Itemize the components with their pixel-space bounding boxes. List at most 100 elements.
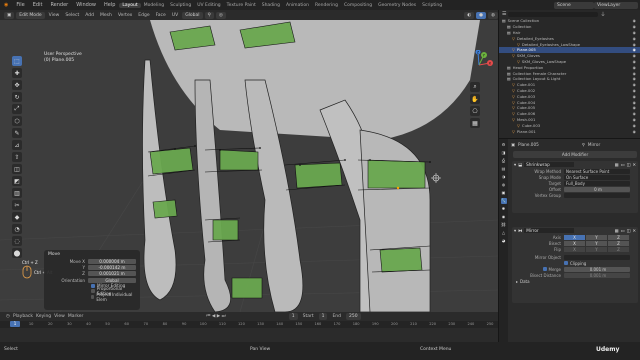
outliner-row[interactable]: ▤ Collection Female Character ◉ [499, 70, 640, 76]
move-tool-icon[interactable]: ✥ [12, 80, 22, 90]
material-props-icon[interactable]: ◕ [501, 238, 507, 244]
visibility-eye-icon[interactable]: ◉ [633, 123, 636, 128]
tab-scripting[interactable]: Scripting [419, 3, 445, 8]
menu-view[interactable]: View [47, 13, 62, 18]
viewport-3d[interactable]: User Perspective (0) Plane.005 ⬚ ✚ ✥ ↻ ⤢… [0, 20, 498, 312]
zoom-icon[interactable]: ⌕ [470, 82, 480, 92]
tab-sculpting[interactable]: Sculpting [167, 3, 194, 8]
menu-file[interactable]: File [12, 2, 28, 8]
operator-redo-panel[interactable]: Move Move X 0.000004 m Y -0.000142 m Z 0… [44, 250, 140, 310]
visibility-eye-icon[interactable]: ◉ [633, 71, 636, 76]
outliner-row[interactable]: ▽ Cube.003 ◉ [499, 93, 640, 99]
visibility-eye-icon[interactable]: ◉ [633, 100, 636, 105]
visibility-eye-icon[interactable]: ◉ [633, 117, 636, 122]
scale-tool-icon[interactable]: ⤢ [12, 104, 22, 114]
outliner-row[interactable]: ▽ Cube.001 ◉ [499, 82, 640, 88]
timeline-icon[interactable]: ◷ [6, 314, 10, 319]
camera-icon[interactable]: ⎔ [470, 106, 480, 116]
editmode-toggle-icon[interactable]: ▦ [615, 228, 619, 233]
poly-build-tool-icon[interactable]: ◆ [12, 212, 22, 222]
overlay-icon[interactable]: ◐ [464, 11, 475, 19]
outliner-row[interactable]: ▤ Head Proportion ◉ [499, 64, 640, 70]
render-toggle-icon[interactable]: ◫ [627, 228, 631, 233]
checkbox-icon[interactable] [91, 289, 95, 294]
tool-props-icon[interactable]: ⚙ [501, 142, 507, 148]
visibility-eye-icon[interactable]: ◉ [633, 53, 636, 58]
playhead[interactable]: 1 [10, 321, 20, 327]
outliner-row[interactable]: ▽ Mesh.001 ◉ [499, 117, 640, 123]
editmode-toggle-icon[interactable]: ▦ [615, 162, 619, 167]
inset-tool-icon[interactable]: ◫ [12, 164, 22, 174]
select-box-tool-icon[interactable]: ⬚ [12, 56, 22, 66]
visibility-eye-icon[interactable]: ◉ [633, 129, 636, 134]
move-z-field[interactable]: 0.001021 m [88, 270, 136, 276]
rotate-tool-icon[interactable]: ↻ [12, 92, 22, 102]
output-props-icon[interactable]: ⎙ [501, 158, 507, 164]
outliner-row[interactable]: ▽ Plane.005 ◉ [499, 46, 640, 53]
bevel-tool-icon[interactable]: ◩ [12, 176, 22, 186]
mirror-object-field[interactable] [564, 254, 630, 260]
close-icon[interactable]: ✕ [632, 162, 636, 167]
knife-tool-icon[interactable]: ✂ [12, 200, 22, 210]
editor-type-icon[interactable]: ▣ [4, 11, 15, 19]
menu-mesh[interactable]: Mesh [98, 13, 114, 18]
menu-view-timeline[interactable]: View [54, 314, 65, 319]
tab-rendering[interactable]: Rendering [312, 3, 341, 8]
move-x-field[interactable]: 0.000004 m [88, 258, 136, 264]
tab-uv-editing[interactable]: UV Editing [194, 3, 223, 8]
proportional-icon[interactable]: ◎ [215, 11, 226, 19]
outliner-editor-icon[interactable]: ☰ [502, 11, 506, 17]
outliner-row[interactable]: ▽ Cube.004 ◉ [499, 99, 640, 105]
menu-help[interactable]: Help [100, 2, 119, 8]
outliner-row[interactable]: ▽ Cube.002 ◉ [499, 88, 640, 94]
snap-mode-dropdown[interactable]: On Surface [564, 174, 630, 180]
close-icon[interactable]: ✕ [632, 228, 636, 233]
expand-icon[interactable]: ▾ [514, 162, 516, 167]
outliner-row[interactable]: ▽ Detailed_Eyelashes ◉ [499, 35, 640, 41]
snap-icon[interactable]: ⚲ [204, 11, 214, 19]
timeline-ruler[interactable]: 0102030405060708090100110120130140150160… [0, 321, 498, 328]
data-subpanel[interactable]: ▸ Data [512, 278, 638, 284]
smooth-tool-icon[interactable]: ◌ [12, 236, 22, 246]
outliner-row[interactable]: ▽ SKM_Gloves ◉ [499, 53, 640, 59]
tab-modeling[interactable]: Modeling [141, 3, 167, 8]
flip-z-toggle[interactable]: Z [608, 246, 629, 252]
current-frame-field[interactable]: 1 [288, 312, 298, 320]
menu-playback[interactable]: Playback [13, 314, 33, 319]
menu-edit[interactable]: Edit [29, 2, 47, 8]
visibility-eye-icon[interactable]: ◉ [633, 94, 636, 99]
render-toggle-icon[interactable]: ◫ [627, 162, 631, 167]
visibility-eye-icon[interactable]: ◉ [633, 82, 636, 87]
visibility-eye-icon[interactable]: ◉ [633, 24, 636, 29]
checkbox-icon[interactable] [91, 283, 95, 288]
clipping-checkbox[interactable] [564, 261, 568, 265]
visibility-eye-icon[interactable]: ◉ [633, 111, 636, 116]
menu-select[interactable]: Select [63, 13, 81, 18]
navigation-gizmo[interactable]: X Y Z [464, 50, 494, 80]
menu-render[interactable]: Render [46, 2, 72, 8]
bisect-y-toggle[interactable]: Y [586, 240, 607, 246]
outliner-row[interactable]: ▤ Hair ◉ [499, 30, 640, 36]
shrink-fatten-tool-icon[interactable]: ⬤ [12, 248, 22, 258]
orientation-dropdown[interactable]: Global [88, 277, 136, 283]
tab-geometry-nodes[interactable]: Geometry Nodes [375, 3, 419, 8]
project-individual-check[interactable]: Project Individual Elem [48, 292, 136, 302]
render-props-icon[interactable]: ◨ [501, 150, 507, 156]
visibility-eye-icon[interactable]: ◉ [633, 47, 636, 52]
outliner-row[interactable]: ▽ Cube.006 ◉ [499, 111, 640, 117]
mirror-header[interactable]: ▾ ⧓ Mirror ▦ ▭ ◫ ✕ [512, 227, 638, 234]
axis-x-toggle[interactable]: X [564, 234, 585, 240]
viewport-toggle-icon[interactable]: ▭ [621, 162, 625, 167]
play-controls-icon[interactable]: ⏮ ◀ ▶ ⏭ [206, 313, 225, 319]
offset-field[interactable]: 0 m [564, 186, 630, 192]
menu-uv[interactable]: UV [170, 13, 180, 18]
visibility-eye-icon[interactable]: ◉ [633, 105, 636, 110]
start-frame-field[interactable]: 1 [318, 312, 328, 320]
data-props-icon[interactable]: △ [501, 230, 507, 236]
menu-keying[interactable]: Keying [36, 314, 51, 319]
measure-tool-icon[interactable]: ⊿ [12, 140, 22, 150]
view-layer-icon[interactable]: ▤ [501, 166, 507, 172]
cursor-tool-icon[interactable]: ✚ [12, 68, 22, 78]
extrude-tool-icon[interactable]: ⇧ [12, 152, 22, 162]
spin-tool-icon[interactable]: ◔ [12, 224, 22, 234]
